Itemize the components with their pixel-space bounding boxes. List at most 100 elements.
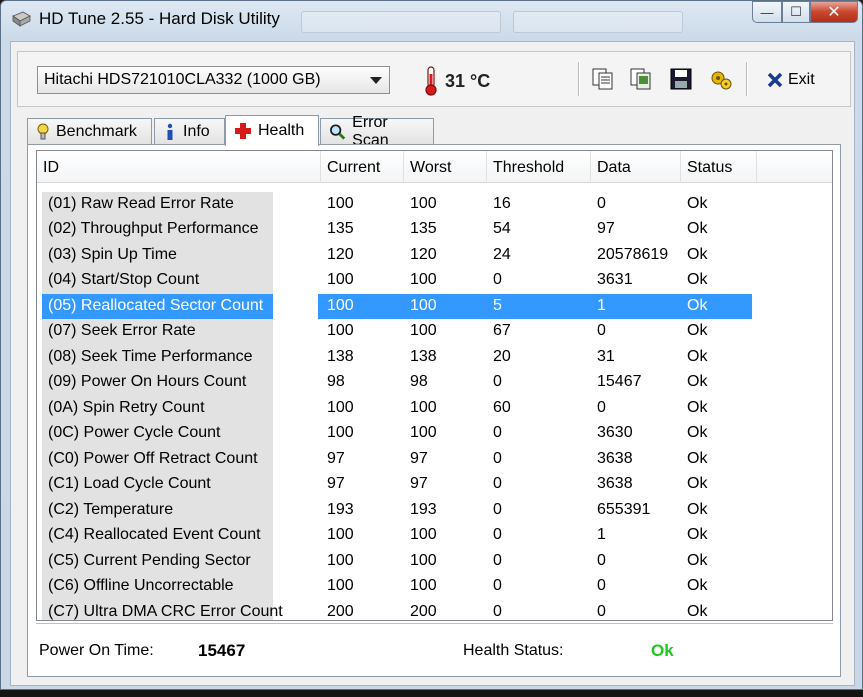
title-bar[interactable]: HD Tune 2.55 - Hard Disk Utility — ☐ ✕: [1, 1, 862, 39]
cell-id: (C6) Offline Uncorrectable: [42, 574, 273, 600]
cell-worst: 100: [410, 322, 437, 339]
cell-threshold: 0: [493, 424, 502, 441]
cell-worst: 200: [410, 602, 437, 620]
table-row[interactable]: (C7) Ultra DMA CRC Error Count 200 200 0 0 Ok: [37, 599, 832, 620]
table-row[interactable]: (0A) Spin Retry Count 100 100 60 0 Ok: [37, 395, 832, 421]
cell-id: (C7) Ultra DMA CRC Error Count: [42, 599, 283, 620]
column-header-id[interactable]: ID: [37, 151, 321, 183]
cell-status: Ok: [687, 526, 708, 543]
cell-current: 135: [327, 220, 354, 237]
cell-data: 655391: [597, 500, 651, 518]
cell-worst: 100: [410, 551, 437, 569]
cell-status: Ok: [687, 424, 708, 441]
cell-current: 100: [327, 398, 354, 416]
cell-status: Ok: [687, 220, 708, 237]
cell-worst: 97: [410, 475, 428, 492]
cell-id: (03) Spin Up Time: [42, 242, 273, 268]
tab-benchmark[interactable]: Benchmark: [27, 118, 152, 145]
power-on-label: Power On Time:: [39, 642, 154, 659]
table-row[interactable]: (C0) Power Off Retract Count 97 97 0 3638 Ok: [37, 446, 832, 472]
exit-button[interactable]: Exit: [766, 66, 815, 94]
table-row[interactable]: (01) Raw Read Error Rate 100 100 16 0 Ok: [37, 191, 832, 217]
cell-current: 120: [327, 245, 354, 263]
cell-status: Ok: [687, 373, 708, 390]
cell-data: 0: [597, 194, 606, 212]
cell-status: Ok: [687, 551, 708, 569]
table-row[interactable]: (C5) Current Pending Sector 100 100 0 0 Ok: [37, 548, 832, 574]
thermometer-icon: [425, 66, 437, 96]
window-controls: — ☐ ✕: [752, 1, 858, 25]
health-status-label: Health Status:: [463, 642, 564, 659]
cell-status: Ok: [687, 271, 708, 288]
cell-data: 0: [597, 322, 606, 339]
cell-threshold: 5: [493, 296, 502, 314]
power-on-value: 15467: [198, 641, 246, 660]
table-row[interactable]: (09) Power On Hours Count 98 98 0 15467 Ok: [37, 370, 832, 396]
cell-current: 200: [327, 602, 354, 620]
cell-status: Ok: [687, 602, 708, 620]
table-row[interactable]: (05) Reallocated Sector Count 100 100 5 1 Ok: [37, 293, 832, 319]
cell-worst: 100: [410, 194, 437, 212]
table-row[interactable]: (04) Start/Stop Count 100 100 0 3631 Ok: [37, 268, 832, 294]
smart-attributes-table[interactable]: ID Current Worst Threshold Data Status (…: [36, 150, 833, 621]
benchmark-icon: [37, 123, 49, 140]
cell-id: (C0) Power Off Retract Count: [42, 446, 273, 472]
magnifier-icon: [330, 124, 346, 140]
cell-worst: 135: [410, 220, 437, 237]
save-icon[interactable]: [668, 66, 694, 92]
column-header-worst[interactable]: Worst: [404, 151, 487, 183]
table-row[interactable]: (03) Spin Up Time 120 120 24 20578619 Ok: [37, 242, 832, 268]
cell-id: (08) Seek Time Performance: [42, 344, 273, 370]
cell-worst: 100: [410, 424, 437, 441]
cell-data: 97: [597, 220, 615, 237]
close-button[interactable]: ✕: [810, 1, 858, 23]
minimize-icon: —: [760, 4, 774, 20]
cell-worst: 100: [410, 577, 437, 594]
cell-worst: 98: [410, 373, 428, 390]
cell-worst: 100: [410, 271, 437, 288]
tab-info[interactable]: Info: [154, 118, 225, 145]
cell-current: 193: [327, 500, 354, 518]
cell-id: (02) Throughput Performance: [42, 217, 273, 243]
cell-id: (C1) Load Cycle Count: [42, 472, 273, 498]
cell-threshold: 0: [493, 373, 502, 390]
table-row[interactable]: (02) Throughput Performance 135 135 54 97 Ok: [37, 217, 832, 243]
column-header-status[interactable]: Status: [681, 151, 757, 183]
cell-current: 100: [327, 424, 354, 441]
copy-screenshot-icon[interactable]: [628, 66, 654, 92]
drive-select[interactable]: Hitachi HDS721010CLA332 (1000 GB): [37, 66, 390, 94]
table-header: ID Current Worst Threshold Data Status: [37, 151, 832, 183]
copy-text-icon[interactable]: [590, 66, 616, 92]
tab-health[interactable]: Health: [225, 115, 319, 146]
table-row[interactable]: (C1) Load Cycle Count 97 97 0 3638 Ok: [37, 472, 832, 498]
table-row[interactable]: (08) Seek Time Performance 138 138 20 31 Ok: [37, 344, 832, 370]
health-panel: ID Current Worst Threshold Data Status (…: [27, 144, 841, 677]
cell-data: 0: [597, 602, 606, 620]
table-row[interactable]: (C6) Offline Uncorrectable 100 100 0 0 Ok: [37, 574, 832, 600]
cell-worst: 97: [410, 449, 428, 467]
minimize-button[interactable]: —: [752, 1, 782, 23]
column-header-data[interactable]: Data: [591, 151, 681, 183]
cell-worst: 138: [410, 347, 437, 365]
cell-data: 0: [597, 551, 606, 569]
toolbar-separator: [746, 62, 748, 96]
close-icon: ✕: [827, 4, 841, 21]
tab-error-scan[interactable]: Error Scan: [320, 114, 434, 149]
exit-label: Exit: [788, 71, 815, 88]
cell-id: (04) Start/Stop Count: [42, 268, 273, 294]
table-row[interactable]: (C4) Reallocated Event Count 100 100 0 1 Ok: [37, 523, 832, 549]
table-row[interactable]: (C2) Temperature 193 193 0 655391 Ok: [37, 497, 832, 523]
options-icon[interactable]: [708, 66, 734, 92]
maximize-button[interactable]: ☐: [782, 1, 810, 23]
cell-threshold: 0: [493, 475, 502, 492]
table-row[interactable]: (0C) Power Cycle Count 100 100 0 3630 Ok: [37, 421, 832, 447]
cell-threshold: 67: [493, 322, 511, 339]
cell-worst: 193: [410, 500, 437, 518]
column-header-threshold[interactable]: Threshold: [487, 151, 591, 183]
cell-worst: 100: [410, 296, 437, 314]
toolbar: Hitachi HDS721010CLA332 (1000 GB) 31 °C: [17, 51, 851, 107]
cell-data: 3638: [597, 449, 633, 467]
column-header-current[interactable]: Current: [321, 151, 404, 183]
table-row[interactable]: (07) Seek Error Rate 100 100 67 0 Ok: [37, 319, 832, 345]
cell-data: 3630: [597, 424, 633, 441]
